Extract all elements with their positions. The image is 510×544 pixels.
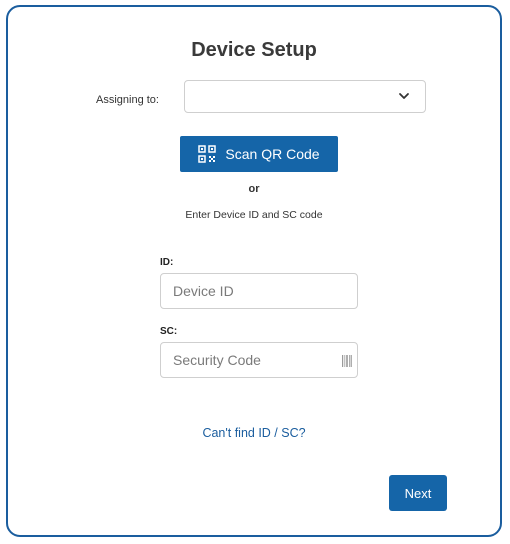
security-code-input[interactable] — [160, 342, 358, 378]
page-title: Device Setup — [191, 39, 317, 61]
device-setup-card: Device Setup Assigning to: Scan QR Code … — [6, 5, 502, 537]
id-label: ID: — [160, 257, 174, 268]
device-id-input[interactable] — [160, 273, 358, 309]
sc-label: SC: — [160, 326, 178, 337]
or-divider: or — [248, 183, 260, 195]
assigning-to-select[interactable] — [184, 80, 426, 113]
instruction-text: Enter Device ID and SC code — [185, 209, 323, 221]
next-button[interactable]: Next — [389, 475, 447, 511]
scan-qr-code-button[interactable]: Scan QR Code — [180, 136, 338, 172]
scan-qr-code-label: Scan QR Code — [225, 146, 320, 162]
qr-code-icon — [198, 145, 217, 163]
assigning-to-label: Assigning to: — [96, 94, 159, 106]
barcode-icon[interactable] — [342, 354, 352, 368]
chevron-down-icon — [399, 93, 409, 99]
cant-find-id-sc-link[interactable]: Can't find ID / SC? — [8, 426, 500, 440]
